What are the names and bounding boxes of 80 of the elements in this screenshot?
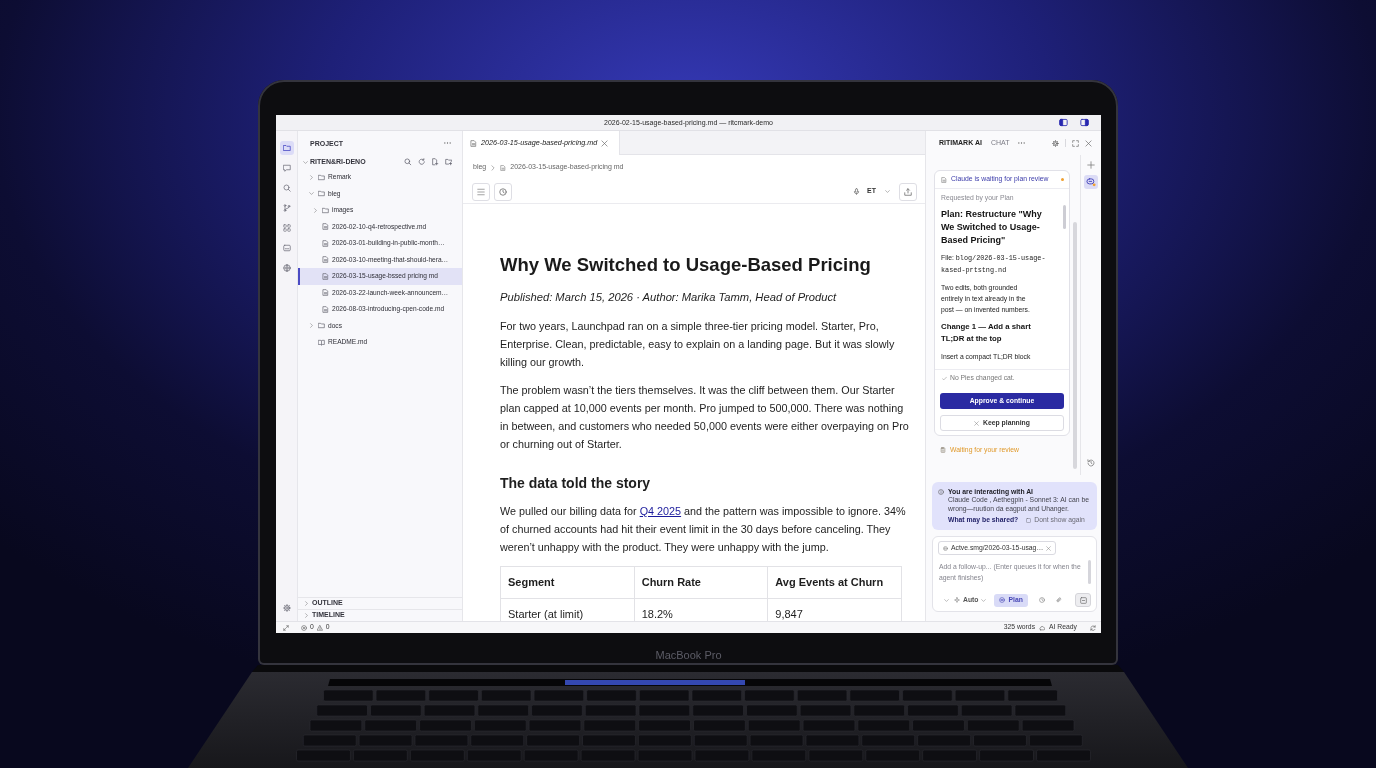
error-icon — [301, 624, 307, 631]
microphone-icon[interactable] — [853, 188, 861, 195]
search-icon — [282, 184, 291, 192]
scrollbar-thumb[interactable] — [1073, 222, 1077, 469]
paperclip-icon[interactable] — [1055, 597, 1062, 603]
close-icon — [974, 420, 980, 426]
refresh-icon[interactable] — [417, 158, 425, 166]
close-icon[interactable] — [601, 139, 609, 147]
chevron-down-icon — [981, 597, 987, 603]
explorer-button[interactable] — [279, 141, 294, 155]
new-folder-icon[interactable] — [444, 158, 452, 166]
agent-chat-button[interactable] — [1084, 175, 1098, 189]
document-icon — [941, 176, 947, 183]
panel-right-icon[interactable] — [1080, 118, 1089, 127]
column-header: Churn Rate — [634, 566, 768, 599]
stop-button[interactable] — [1075, 593, 1091, 607]
chat-bubble-icon — [282, 164, 291, 172]
byline-text: Published: March 15, 2026 · Author: Marika Tamm, Head of Product — [500, 290, 838, 305]
settings-icon[interactable] — [282, 604, 291, 612]
folder-icon — [318, 322, 325, 330]
text-link[interactable]: Q4 2025 — [639, 505, 682, 517]
folder-icon — [318, 173, 325, 181]
cloud-icon — [1039, 624, 1046, 631]
chevron-right-icon — [490, 164, 497, 171]
settings-icon[interactable] — [1052, 139, 1059, 147]
panel-left-icon[interactable] — [1059, 118, 1068, 127]
scrollbar-thumb[interactable] — [1063, 205, 1066, 229]
list-circle-icon — [999, 597, 1006, 603]
search-icon[interactable] — [404, 158, 412, 166]
folder-icon — [282, 144, 291, 152]
plan-title: Plan: Restructure "Why We Switched to Usage-Based Pricing" — [941, 208, 1043, 247]
expand-icon[interactable] — [1072, 139, 1079, 147]
clock-icon — [499, 187, 507, 196]
close-icon[interactable] — [1046, 545, 1052, 551]
status-dot-icon — [1061, 178, 1064, 181]
column-header: Avg Events at Churn — [767, 566, 902, 599]
scrollbar-thumb[interactable] — [1088, 560, 1091, 584]
document-icon — [322, 239, 329, 247]
checkbox-icon — [1026, 518, 1032, 523]
document-icon — [470, 139, 477, 147]
warning-icon — [316, 624, 323, 631]
document-icon — [500, 164, 507, 171]
column-header: Segment — [500, 566, 635, 599]
outline-button[interactable] — [472, 182, 490, 201]
sync-icon[interactable] — [1090, 624, 1096, 631]
history-icon[interactable] — [1087, 459, 1095, 467]
check-icon — [942, 376, 947, 381]
file-chip-icon — [943, 545, 948, 551]
info-icon — [938, 488, 944, 495]
grid-icon — [282, 224, 291, 232]
new-file-icon[interactable] — [431, 158, 439, 166]
clock-icon[interactable] — [1038, 597, 1045, 603]
history-button[interactable] — [494, 182, 512, 201]
chat-badge-icon — [1086, 177, 1096, 187]
document-icon — [322, 223, 329, 231]
upload-tray-icon — [904, 187, 912, 196]
export-button[interactable] — [899, 182, 917, 201]
document-icon — [322, 289, 329, 297]
book-icon — [318, 338, 325, 346]
branch-icon — [282, 204, 291, 212]
diagonal-arrows-icon[interactable] — [283, 624, 289, 631]
sparkle-icon — [954, 597, 960, 603]
document-title: Why We Switched to Usage-Based Pricing — [500, 253, 872, 277]
document-icon — [322, 256, 329, 264]
square-icon — [1079, 596, 1087, 604]
close-icon[interactable] — [1085, 139, 1092, 147]
globe-icon — [282, 264, 291, 272]
paragraph: For two years, Launchpad ran on a simple three-tier pricing model. Starter, Pro, Enterprise. Clean, predictable, easy to explain on a landing page. But it was slowly killing our growth. — [500, 319, 896, 370]
panel-icon — [282, 244, 291, 252]
laptop-model-label: MacBook Pro — [655, 647, 722, 663]
menu-icon — [477, 187, 485, 196]
plus-icon[interactable] — [1087, 161, 1095, 169]
paragraph: The problem wasn’t the tiers themselves. It was the cliff between them. Our Starter plan capped at 10,000 events per month. Pro jumped to 500,000. There was nothing in between, and customers who needed 50,000 events were either overpaying on Pro or churning out of Starter. — [500, 383, 910, 452]
clipboard-icon — [940, 447, 946, 454]
chevron-down-icon[interactable] — [944, 597, 949, 603]
paragraph: We pulled our billing data for Q4 2025 and the pattern was impossible to ignore. 34% of churned accounts had hit their event limit in the 30 days before canceling. They weren’t unhappy with the product. They were unhappy with the jump. — [500, 504, 907, 555]
section-heading: The data told the story — [500, 474, 652, 493]
chevron-down-icon — [885, 189, 890, 194]
document-icon — [322, 272, 329, 280]
document-icon — [322, 305, 329, 313]
